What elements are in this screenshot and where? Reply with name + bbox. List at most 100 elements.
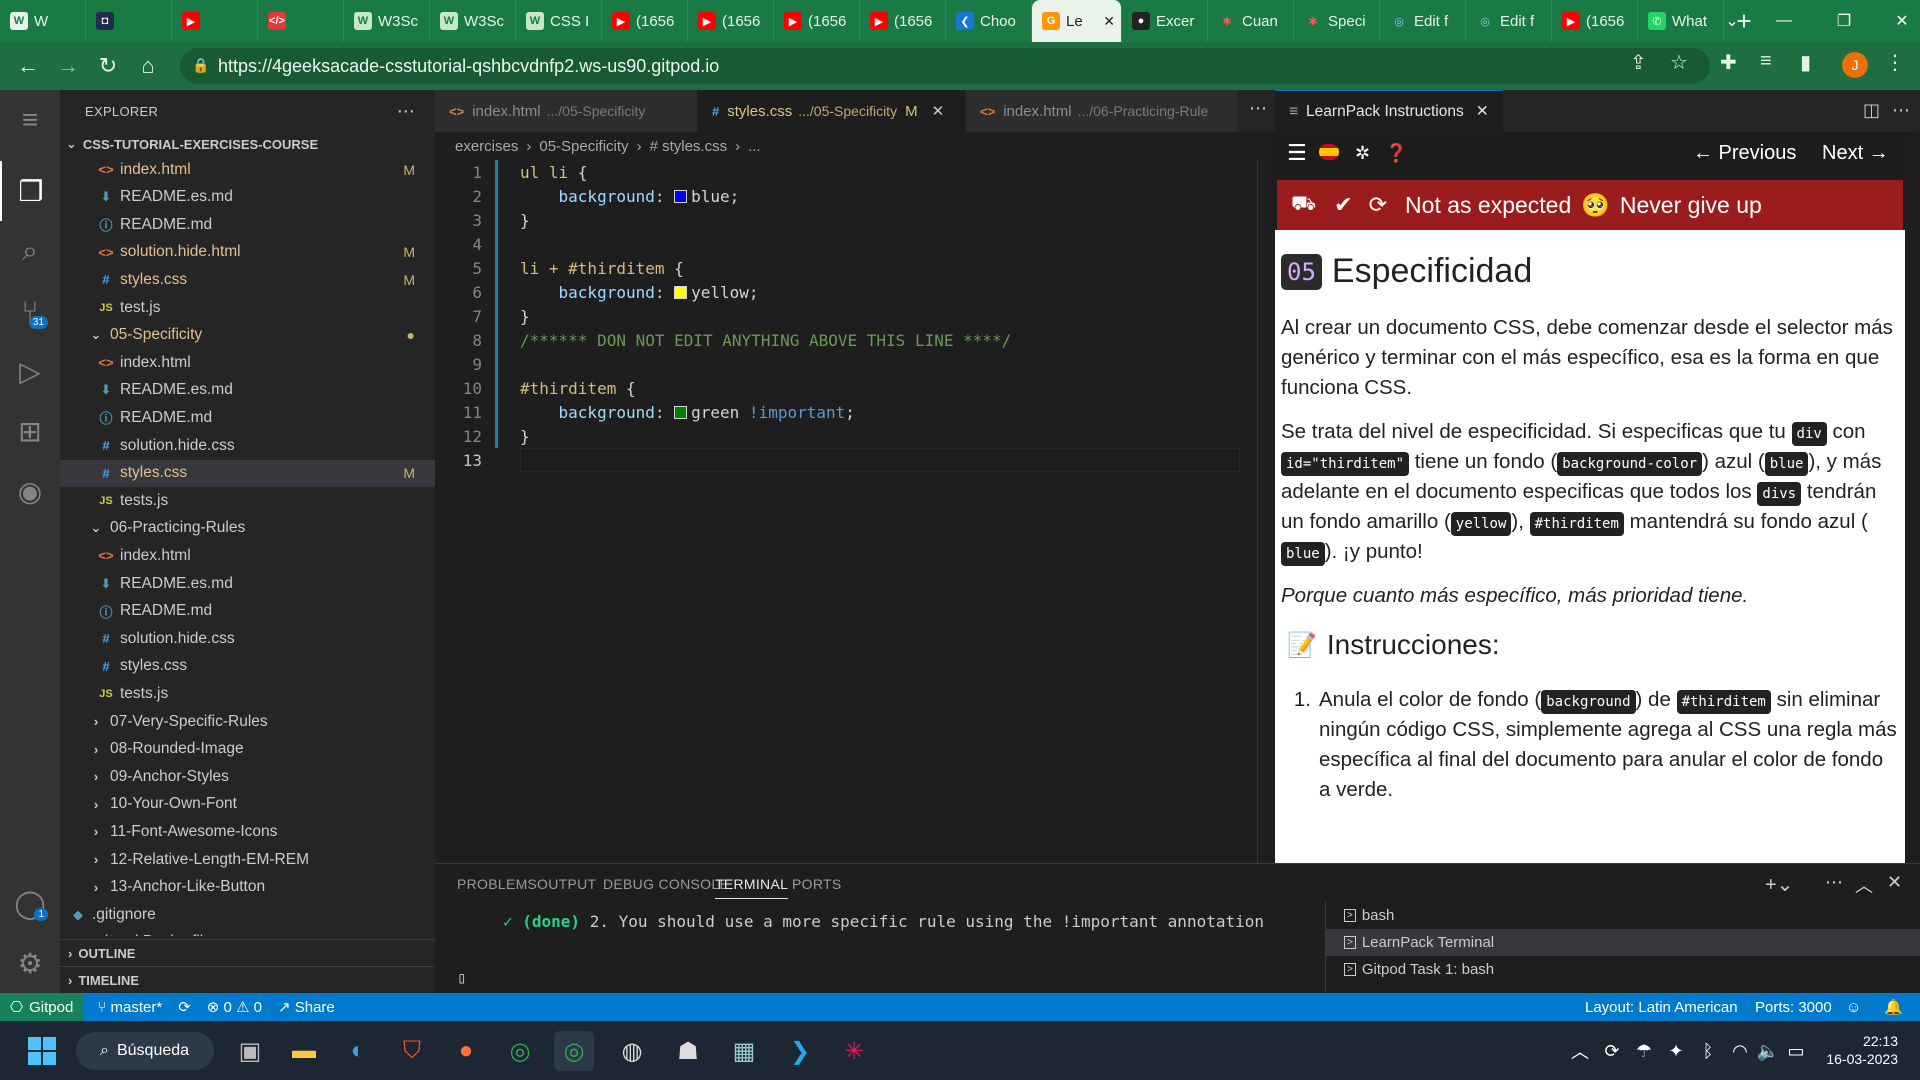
browser-tab[interactable]: ▶ (1656 — [774, 0, 860, 42]
vscode-icon[interactable]: ❯ — [780, 1031, 820, 1071]
panel-tab-output[interactable]: OUTPUT — [537, 876, 596, 892]
learnpack-scrollbar[interactable] — [1905, 132, 1920, 863]
ports-indicator[interactable]: Ports: 3000 — [1755, 999, 1832, 1016]
taskbar-search[interactable]: ⌕ Búsqueda — [76, 1032, 214, 1070]
editor-more-icon[interactable]: ⋯ — [1249, 98, 1267, 119]
browser-tab[interactable]: ✆ What — [1638, 0, 1724, 42]
learnpack-tab[interactable]: ≡ LearnPack Instructions ✕ — [1275, 90, 1503, 132]
edge-icon[interactable]: ◐ — [338, 1031, 378, 1071]
color-swatch[interactable] — [674, 189, 688, 203]
sync-icon[interactable]: ⟳ — [178, 998, 191, 1016]
file-item[interactable]: <> solution.hide.html M — [60, 239, 435, 266]
control-panel-icon[interactable]: ▦ — [724, 1031, 764, 1071]
close-tab-icon[interactable]: ✕ — [932, 102, 945, 120]
app-icon[interactable]: ☗ — [668, 1031, 708, 1071]
browser-tab[interactable]: ▶ (1656 — [688, 0, 774, 42]
browser-tab[interactable]: ● Excer — [1122, 0, 1208, 42]
previous-button[interactable]: ← Previous — [1693, 142, 1796, 165]
tab-search-chevron-icon[interactable]: ⌄ — [1718, 8, 1746, 34]
help-icon[interactable]: ❓ — [1385, 143, 1407, 164]
panel-tab-terminal[interactable]: TERMINAL — [715, 876, 789, 899]
firefox-icon[interactable]: ● — [446, 1031, 486, 1071]
folder-item[interactable]: › 10-Your-Own-Font — [60, 791, 435, 818]
share-button[interactable]: ↗ Share — [278, 998, 335, 1016]
settings-gear-icon[interactable]: ⚙ — [0, 933, 60, 993]
browser-menu-icon[interactable]: ⋮ — [1885, 50, 1905, 75]
browser-tab[interactable]: ✱ Speci — [1294, 0, 1380, 42]
browser-tab[interactable]: ▶ (1656 — [602, 0, 688, 42]
folder-item[interactable]: › 12-Relative-Length-EM-REM — [60, 846, 435, 873]
terminal-output[interactable]: ✓ (done) 2. You should use a more specif… — [503, 912, 1264, 931]
panel-tab-problems[interactable]: PROBLEMS — [457, 876, 537, 892]
chrome-icon[interactable]: ◎ — [500, 1031, 540, 1071]
file-explorer-icon[interactable]: ▬ — [284, 1031, 324, 1071]
folder-item[interactable]: › 08-Rounded-Image — [60, 736, 435, 763]
source-control-icon[interactable]: ⑂ 31 — [0, 281, 60, 341]
explorer-files-icon[interactable]: ❐ — [0, 161, 60, 221]
next-button[interactable]: Next → — [1822, 142, 1889, 165]
keyboard-layout[interactable]: Layout: Latin American — [1585, 999, 1738, 1016]
new-terminal-icon[interactable]: +⌄ — [1765, 872, 1793, 897]
branch-indicator[interactable]: ⑂ master* — [97, 999, 162, 1016]
home-button[interactable]: ⌂ — [128, 46, 168, 86]
obs-icon[interactable]: ◍ — [612, 1031, 652, 1071]
close-window-icon[interactable]: ✕ — [1888, 8, 1916, 34]
file-item[interactable]: ⬇ README.es.md — [60, 184, 435, 211]
color-swatch[interactable] — [674, 405, 688, 419]
folder-item[interactable]: › 13-Anchor-Like-Button — [60, 874, 435, 901]
file-item[interactable]: ⬇ README.es.md — [60, 570, 435, 597]
browser-tab[interactable]: W W3Sc — [344, 0, 430, 42]
file-item[interactable]: ⬇ README.es.md — [60, 377, 435, 404]
folder-item[interactable]: › 09-Anchor-Styles — [60, 763, 435, 790]
browser-tab[interactable]: ▶ (1656 — [860, 0, 946, 42]
breadcrumb-item[interactable]: ... — [748, 138, 761, 155]
file-item[interactable]: # styles.css M — [60, 266, 435, 293]
browser-tab[interactable]: ▶ — [172, 0, 258, 42]
file-item[interactable]: <> index.html — [60, 542, 435, 569]
file-item[interactable]: JS tests.js — [60, 680, 435, 707]
minimize-icon[interactable]: — — [1770, 8, 1798, 34]
panel-tab-debug-console[interactable]: DEBUG CONSOLE — [603, 876, 729, 892]
file-item[interactable]: JS tests.js — [60, 487, 435, 514]
restore-icon[interactable]: ❐ — [1830, 8, 1858, 34]
browser-tab[interactable]: WW — [0, 0, 86, 42]
terminal-instance[interactable]: > Gitpod Task 1: bash — [1326, 956, 1920, 983]
folder-item[interactable]: ⌄ 06-Practicing-Rules — [60, 515, 435, 542]
profile-avatar[interactable]: J — [1842, 52, 1868, 78]
extensions-icon[interactable]: ✚ — [1720, 50, 1737, 75]
brave-icon[interactable]: ⛉ — [392, 1031, 432, 1071]
share-icon[interactable]: ⇪ — [1630, 50, 1647, 75]
browser-tab[interactable]: ◘ — [86, 0, 172, 42]
browser-tab[interactable]: G Le ✕ — [1032, 0, 1122, 42]
terminal-instance[interactable]: > LearnPack Terminal — [1326, 929, 1920, 956]
file-item[interactable]: ⓘ README.md — [60, 211, 435, 238]
box-icon[interactable]: ⛟ — [1291, 193, 1316, 218]
check-icon[interactable]: ✔ — [1334, 192, 1352, 218]
gitpod-button[interactable]: ⎔ Gitpod — [0, 993, 84, 1021]
forward-button[interactable]: → — [48, 46, 88, 86]
more-actions-icon[interactable]: ⋯ — [397, 101, 415, 122]
chrome-profile-icon[interactable]: ◎ — [554, 1031, 594, 1071]
address-bar[interactable]: 🔒 https://4geeksacade-csstutorial-qshbcv… — [180, 48, 1710, 84]
close-panel-icon[interactable]: ✕ — [1887, 872, 1902, 893]
back-button[interactable]: ← — [8, 46, 48, 86]
accounts-icon[interactable]: ◯ 1 — [0, 873, 60, 933]
maximize-panel-icon[interactable]: ︿ — [1855, 872, 1873, 898]
hamburger-menu-icon[interactable]: ≡ — [0, 90, 60, 150]
editor-tab[interactable]: <> index.html .../06-Practicing-Rule — [966, 90, 1238, 132]
reading-list-icon[interactable]: ≡ — [1760, 50, 1772, 73]
browser-tab[interactable]: ◎ Edit f — [1466, 0, 1552, 42]
reset-icon[interactable]: ⟳ — [1369, 192, 1387, 218]
run-debug-icon[interactable]: ▷ — [0, 341, 60, 401]
folder-item[interactable]: › 11-Font-Awesome-Icons — [60, 818, 435, 845]
editor-scrollbar[interactable] — [1257, 160, 1271, 863]
file-item[interactable]: # styles.css M — [60, 459, 435, 487]
file-item[interactable]: # styles.css — [60, 653, 435, 680]
github-icon[interactable]: ◉ — [0, 461, 60, 521]
side-panel-icon[interactable]: ▮ — [1800, 50, 1811, 75]
task-view-icon[interactable]: ▣ — [230, 1031, 270, 1071]
notifications-bell-icon[interactable]: 🔔 — [1884, 998, 1903, 1016]
folder-item[interactable]: ⌄ 05-Specificity ● — [60, 322, 435, 349]
breadcrumb-item[interactable]: 05-Specificity — [539, 138, 628, 155]
browser-tab[interactable]: ▶ (1656 — [1552, 0, 1638, 42]
